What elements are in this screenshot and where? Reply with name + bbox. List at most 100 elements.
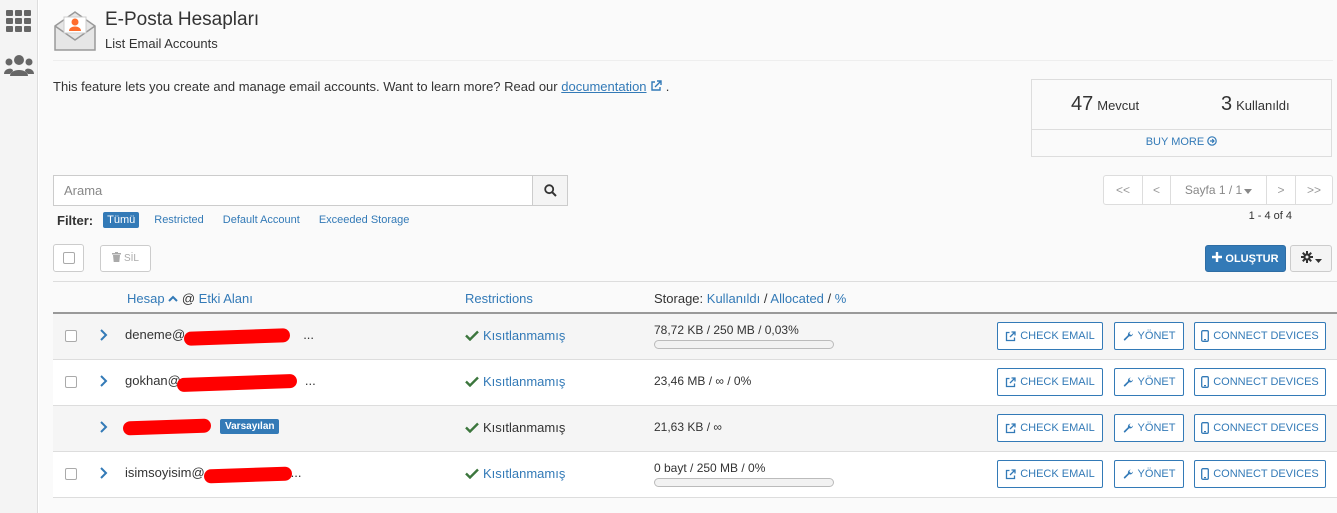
restriction-status-link[interactable]: Kısıtlanmamış <box>465 466 565 481</box>
delete-button[interactable]: SİL <box>100 245 151 272</box>
filter-exceeded-storage[interactable]: Exceeded Storage <box>319 212 410 228</box>
email-truncation: ... <box>290 465 302 480</box>
connect-devices-button[interactable]: CONNECT DEVICES <box>1194 322 1326 350</box>
at-separator: @ <box>181 291 196 306</box>
table-row: Varsayılan Kısıtlanmamış 21,63 KB / ∞ CH… <box>53 406 1337 452</box>
storage-header-sep-1: / <box>763 291 768 306</box>
check-icon <box>465 422 479 433</box>
sort-by-restrictions[interactable]: Restrictions <box>465 291 533 306</box>
arrow-circle-right-icon <box>1207 136 1218 148</box>
connect-devices-button[interactable]: CONNECT DEVICES <box>1194 368 1326 396</box>
redaction-mark <box>122 418 212 436</box>
external-link-icon[interactable] <box>650 79 666 94</box>
connect-devices-button[interactable]: CONNECT DEVICES <box>1194 414 1326 442</box>
connect-devices-label: CONNECT DEVICES <box>1213 376 1319 388</box>
search-button[interactable] <box>532 175 568 206</box>
caret-down-icon <box>1244 183 1253 197</box>
users-group-icon[interactable] <box>4 50 34 80</box>
row-checkbox[interactable] <box>65 468 77 480</box>
connect-devices-label: CONNECT DEVICES <box>1213 422 1319 434</box>
search-input[interactable] <box>53 175 532 206</box>
wrench-icon <box>1123 331 1133 341</box>
redaction-mark <box>176 373 298 393</box>
expand-row-chevron-icon[interactable] <box>99 420 111 436</box>
select-all-checkbox[interactable] <box>62 252 75 264</box>
redaction-mark <box>203 466 293 484</box>
restriction-status-link[interactable]: Kısıtlanmamış <box>465 374 565 389</box>
check-email-label: CHECK EMAIL <box>1020 422 1095 434</box>
email-local-part: deneme@ <box>125 327 186 342</box>
intro-tail: . <box>665 79 670 94</box>
check-email-button[interactable]: CHECK EMAIL <box>997 460 1103 488</box>
external-link-icon <box>1006 330 1016 341</box>
settings-menu-button[interactable] <box>1290 245 1332 272</box>
sort-by-allocated[interactable]: Allocated <box>770 291 823 306</box>
page-title: E-Posta Hesapları <box>105 9 260 30</box>
expand-row-chevron-icon[interactable] <box>99 374 111 390</box>
external-link-icon <box>1006 376 1016 387</box>
sort-by-account[interactable]: Hesap <box>127 291 165 306</box>
trash-icon <box>111 252 121 265</box>
filter-label: Filter: <box>57 212 94 228</box>
select-all-button[interactable] <box>53 244 84 272</box>
filter-bar: Filter: Tümü Restricted Default Account … <box>57 212 428 228</box>
connect-devices-button[interactable]: CONNECT DEVICES <box>1194 460 1326 488</box>
manage-button[interactable]: YÖNET <box>1114 460 1184 488</box>
storage-usage-bar <box>654 340 834 349</box>
table-row: deneme@... Kısıtlanmamış 78,72 KB / 250 … <box>53 314 1337 360</box>
expand-row-chevron-icon[interactable] <box>99 328 111 344</box>
check-email-button[interactable]: CHECK EMAIL <box>997 368 1103 396</box>
wrench-icon <box>1123 377 1133 387</box>
used-stat: 3 Kullanıldı <box>1221 93 1290 116</box>
manage-button[interactable]: YÖNET <box>1114 368 1184 396</box>
manage-button[interactable]: YÖNET <box>1114 322 1184 350</box>
prev-page-button[interactable]: < <box>1142 175 1171 205</box>
manage-label: YÖNET <box>1137 330 1176 342</box>
create-account-button[interactable]: OLUŞTUR <box>1205 245 1286 272</box>
intro-description: This feature lets you create and manage … <box>53 79 558 94</box>
filter-restricted[interactable]: Restricted <box>154 212 204 228</box>
manage-button[interactable]: YÖNET <box>1114 414 1184 442</box>
restriction-status: Kısıtlanmamış <box>465 420 565 435</box>
sort-by-used[interactable]: Kullanıldı <box>707 291 760 306</box>
restriction-status-link[interactable]: Kısıtlanmamış <box>465 328 565 343</box>
next-page-button[interactable]: > <box>1266 175 1296 205</box>
sort-asc-chevron-icon[interactable] <box>168 291 182 306</box>
mobile-icon <box>1201 376 1210 388</box>
email-accounts-table: Hesap @ Etki Alanı Restrictions Storage:… <box>53 281 1337 498</box>
filter-default-account[interactable]: Default Account <box>223 212 300 228</box>
check-email-label: CHECK EMAIL <box>1020 330 1095 342</box>
apps-grid-icon[interactable] <box>4 6 34 36</box>
table-row: gokhan@... Kısıtlanmamış 23,46 MB / ∞ / … <box>53 360 1337 406</box>
first-page-button[interactable]: << <box>1103 175 1143 205</box>
page-select[interactable]: Sayfa 1 / 1 <box>1170 175 1267 205</box>
documentation-link[interactable]: documentation <box>561 79 646 94</box>
sort-by-domain[interactable]: Etki Alanı <box>199 291 253 306</box>
redaction-mark <box>183 328 291 346</box>
storage-usage: 23,46 MB / ∞ / 0% <box>654 374 752 388</box>
last-page-button[interactable]: >> <box>1295 175 1333 205</box>
expand-row-chevron-icon[interactable] <box>99 466 111 482</box>
check-email-button[interactable]: CHECK EMAIL <box>997 414 1103 442</box>
caret-down-icon <box>1314 252 1322 266</box>
stats-divider <box>1032 129 1331 130</box>
connect-devices-label: CONNECT DEVICES <box>1213 468 1319 480</box>
email-local-part: gokhan@ <box>125 373 181 388</box>
buy-more-label: BUY MORE <box>1145 136 1205 148</box>
sort-by-percent[interactable]: % <box>835 291 847 306</box>
filter-all[interactable]: Tümü <box>103 212 140 228</box>
manage-label: YÖNET <box>1137 468 1176 480</box>
storage-usage: 0 bayt / 250 MB / 0% <box>654 461 766 475</box>
email-accounts-icon <box>53 8 97 52</box>
email-local-part: isimsoyisim@ <box>125 465 205 480</box>
row-checkbox[interactable] <box>65 330 77 342</box>
plus-icon <box>1212 252 1223 265</box>
available-label: Mevcut <box>1097 98 1140 113</box>
buy-more-link[interactable]: BUY MORE <box>1032 136 1331 148</box>
row-checkbox[interactable] <box>65 376 77 388</box>
delete-label: SİL <box>123 253 139 264</box>
check-email-button[interactable]: CHECK EMAIL <box>997 322 1103 350</box>
page-select-label: Sayfa 1 / 1 <box>1184 183 1243 197</box>
restriction-label: Kısıtlanmamış <box>483 420 566 435</box>
table-row: isimsoyisim@... Kısıtlanmamış 0 bayt / 2… <box>53 452 1337 498</box>
